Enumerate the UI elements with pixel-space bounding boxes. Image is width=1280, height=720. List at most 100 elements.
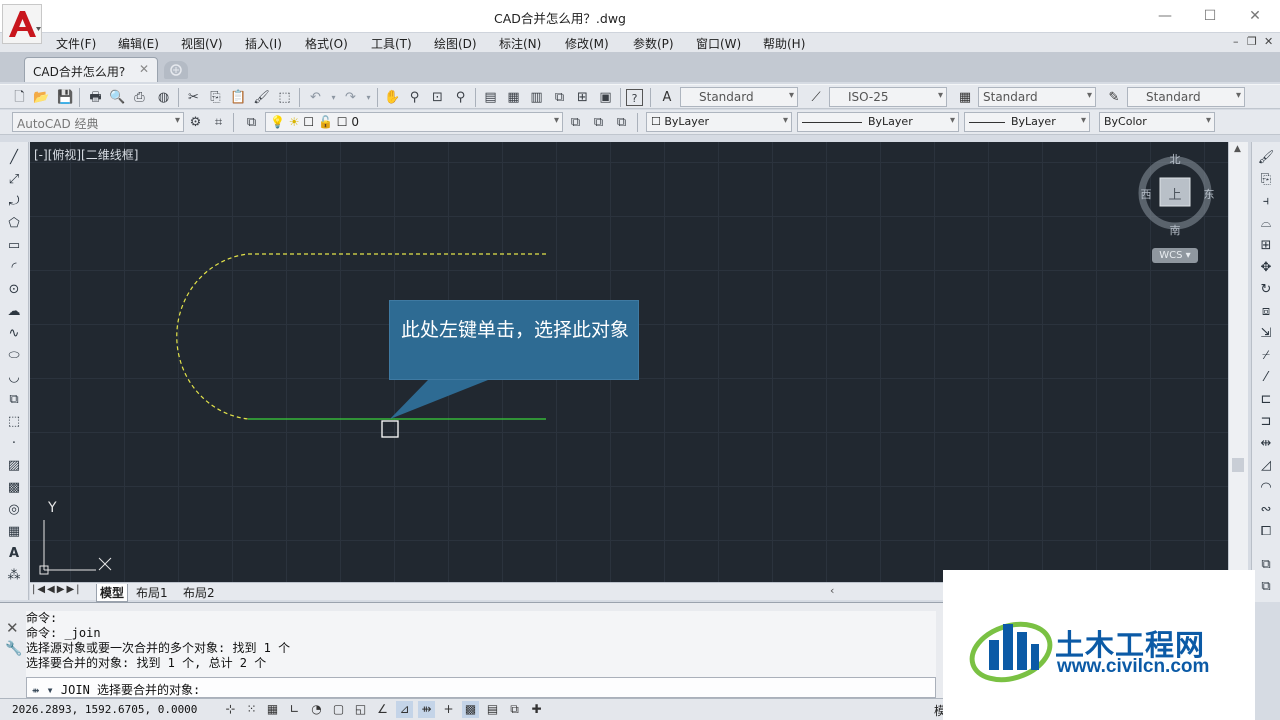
hatch-icon[interactable]: ▨ [5,457,23,475]
text-style-icon[interactable]: A [657,88,677,107]
layer-select[interactable]: 💡 ☀ ☐ 🔓 ☐ 0 ▾ [265,112,563,132]
wcs-menu-button[interactable]: WCS ▾ [1152,248,1198,263]
break-icon[interactable]: ⊐ [1257,413,1275,431]
match-properties-icon[interactable]: 🖌 [253,89,270,106]
point-icon[interactable]: · [5,435,23,453]
region-icon[interactable]: ◎ [5,501,23,519]
construction-line-icon[interactable]: ⤢ [5,171,23,189]
layer-properties-icon[interactable]: ⧉ [243,114,260,131]
table-style-select[interactable]: Standard ▾ [978,87,1096,107]
menu-edit[interactable]: 编辑(E) [118,35,159,52]
publish-icon[interactable]: ⎙ [131,89,148,106]
dim-style-select[interactable]: ISO-25 ▾ [829,87,947,107]
revcloud-icon[interactable]: ☁ [5,303,23,321]
spline-icon[interactable]: ∿ [5,325,23,343]
save-icon[interactable]: 💾 [57,89,74,106]
copy-object-icon[interactable]: ⎘ [1257,171,1275,189]
make-block-icon[interactable]: ⬚ [5,413,23,431]
object-snap-tracking-icon[interactable]: ∠ [374,701,391,718]
close-button[interactable]: ✕ [1245,6,1265,26]
multileader-style-icon[interactable]: ✎ [1104,88,1124,107]
snap-mode-icon[interactable]: ⁙ [243,701,260,718]
grid-display-icon[interactable]: ▦ [264,701,281,718]
text-style-select[interactable]: Standard ▾ [680,87,798,107]
extend-icon[interactable]: ⁄ [1257,369,1275,387]
polyline-icon[interactable]: ⤾ [5,193,23,211]
menu-format[interactable]: 格式(O) [305,35,348,52]
menu-tools[interactable]: 工具(T) [371,35,412,52]
trim-icon[interactable]: ⌿ [1257,347,1275,365]
color-select[interactable]: ☐ ByLayer ▾ [646,112,792,132]
print-icon[interactable]: 🖶 [87,89,104,106]
explode-icon[interactable]: ⧠ [1257,523,1275,541]
join-icon[interactable]: ⇹ [1257,435,1275,453]
redo-dropdown-icon[interactable]: ▾ [360,89,377,106]
make-current-layer-icon[interactable]: ⧉ [567,114,584,131]
command-input[interactable]: ⇻ ▾ JOIN 选择要合并的对象: [26,677,936,698]
viewcube-west-label[interactable]: 西 [1131,186,1161,202]
menu-help[interactable]: 帮助(H) [763,35,805,52]
tab-document[interactable]: CAD合并怎么用? ✕ [24,57,158,82]
move-icon[interactable]: ✥ [1257,259,1275,277]
help-icon[interactable]: ? [626,89,643,106]
pan-icon[interactable]: ✋ [384,89,401,106]
design-center-palette-icon[interactable]: ▦ [505,89,522,106]
mdi-restore-button[interactable]: ❐ [1247,35,1257,48]
new-file-icon[interactable]: 🗋 [11,89,28,106]
rectangle-icon[interactable]: ▭ [5,237,23,255]
menu-file[interactable]: 文件(F) [56,35,96,52]
menu-draw[interactable]: 绘图(D) [434,35,477,52]
undo-dropdown-icon[interactable]: ▾ [325,89,342,106]
polar-tracking-icon[interactable]: ◔ [308,701,325,718]
design-center-icon[interactable]: ◍ [155,89,172,106]
open-file-icon[interactable]: 📂 [33,89,50,106]
vertical-scrollbar[interactable]: ▲ [1228,142,1248,582]
redo-icon[interactable]: ↷ [342,89,359,106]
gradient-icon[interactable]: ▩ [5,479,23,497]
layout-tab-model[interactable]: 模型 [96,584,129,602]
rotate-icon[interactable]: ↻ [1257,281,1275,299]
erase-icon[interactable]: 🖌 [1257,149,1275,167]
layout-nav-arrows-icon[interactable]: |◀◀▶▶| [32,584,82,595]
break-at-point-icon[interactable]: ⊏ [1257,391,1275,409]
draw-order-icon[interactable]: ⧉ [1257,556,1275,574]
print-preview-icon[interactable]: 🔍 [109,89,126,106]
infer-constraints-icon[interactable]: ⊹ [222,701,239,718]
lineweight-select[interactable]: ByLayer ▾ [964,112,1090,132]
hscroll-left-icon[interactable]: ‹ [830,584,834,597]
3d-object-snap-icon[interactable]: ◱ [352,701,369,718]
insert-block-icon[interactable]: ⧉ [5,391,23,409]
table-style-icon[interactable]: ▦ [955,88,975,107]
transparency-icon[interactable]: ▩ [462,701,479,718]
viewcube-south-label[interactable]: 南 [1160,222,1190,238]
annotation-monitor-icon[interactable]: ✚ [528,701,545,718]
plotstyle-select[interactable]: ByColor ▾ [1099,112,1215,132]
scroll-up-icon[interactable]: ▲ [1234,144,1241,154]
arc-icon[interactable]: ◜ [5,259,23,277]
tool-palettes-icon[interactable]: ▥ [528,89,545,106]
zoom-window-icon[interactable]: ⊡ [429,89,446,106]
menu-parameters[interactable]: 参数(P) [633,35,674,52]
chamfer-icon[interactable]: ◿ [1257,457,1275,475]
viewcube-top-label[interactable]: 上 [1160,184,1190,203]
menu-window[interactable]: 窗口(W) [696,35,741,52]
calculator-icon[interactable]: ▣ [597,89,614,106]
stretch-icon[interactable]: ⇲ [1257,325,1275,343]
new-tab-button[interactable] [164,61,188,79]
sheet-set-icon[interactable]: ⧉ [551,89,568,106]
properties-icon[interactable]: ▤ [482,89,499,106]
mdi-close-button[interactable]: ✕ [1264,35,1273,48]
menu-view[interactable]: 视图(V) [181,35,223,52]
dynamic-input-icon[interactable]: ⇻ [418,701,435,718]
object-snap-icon[interactable]: ▢ [330,701,347,718]
table-icon[interactable]: ▦ [5,523,23,541]
menu-modify[interactable]: 修改(M) [565,35,609,52]
quick-properties-icon[interactable]: ▤ [484,701,501,718]
line-icon[interactable]: ╱ [5,149,23,167]
lineweight-display-icon[interactable]: + [440,701,457,718]
circle-icon[interactable]: ⊙ [5,281,23,299]
layer-walk-icon[interactable]: ⧉ [1257,578,1275,596]
undo-icon[interactable]: ↶ [307,89,324,106]
multileader-style-select[interactable]: Standard ▾ [1127,87,1245,107]
tab-close-icon[interactable]: ✕ [139,62,149,76]
